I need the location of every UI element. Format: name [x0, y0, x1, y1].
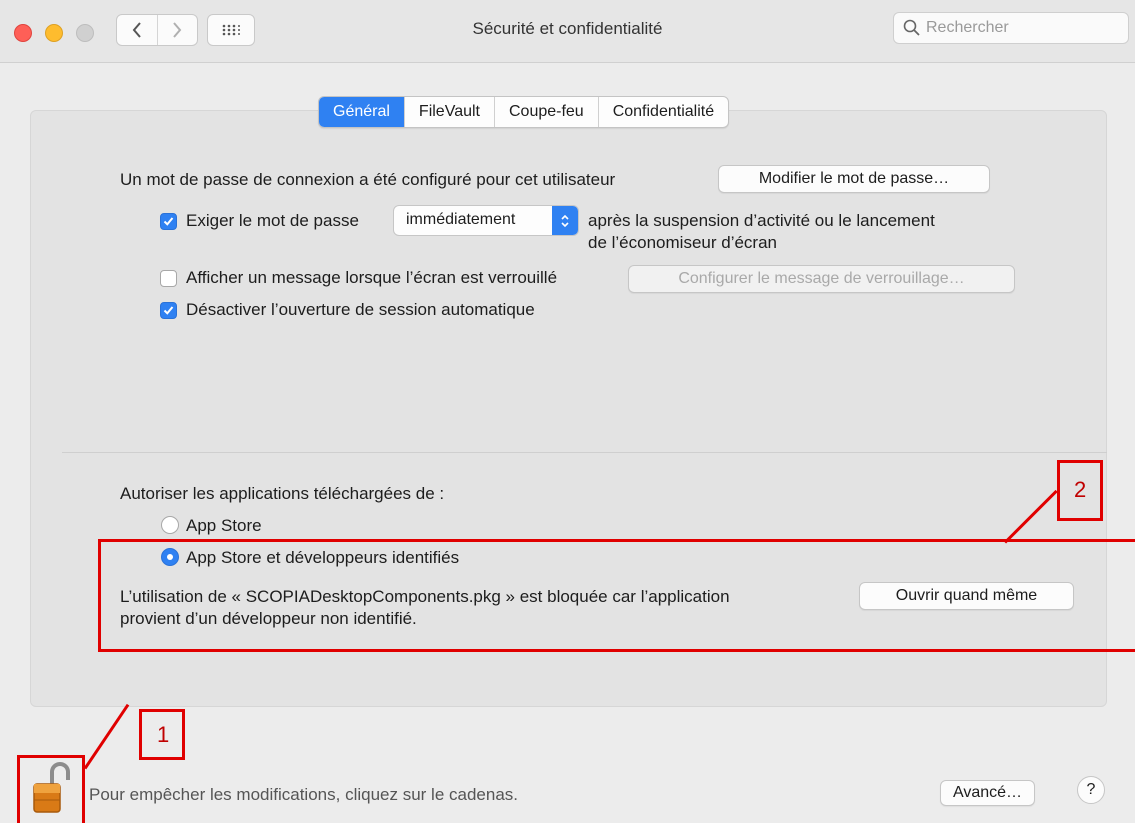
checkmark-icon — [163, 217, 174, 226]
tab-general[interactable]: Général — [319, 97, 404, 127]
configure-lock-message-button[interactable]: Configurer le message de verrouillage… — [628, 265, 1015, 293]
tab-firewall[interactable]: Coupe-feu — [493, 97, 598, 127]
annotation-pointer-1 — [83, 703, 130, 770]
help-button[interactable]: ? — [1077, 776, 1105, 804]
tab-bar: Général FileVault Coupe-feu Confidential… — [318, 96, 730, 128]
tab-filevault[interactable]: FileVault — [403, 97, 494, 127]
search-field[interactable]: Rechercher — [893, 12, 1129, 44]
show-message-checkbox[interactable] — [160, 270, 177, 287]
lock-hint-text: Pour empêcher les modifications, cliquez… — [89, 785, 518, 804]
title-bar: Sécurité et confidentialité Rechercher — [0, 0, 1135, 63]
change-password-button[interactable]: Modifier le mot de passe… — [718, 165, 990, 193]
search-placeholder: Rechercher — [926, 19, 1009, 36]
annotation-label-box-2: 2 — [1057, 460, 1103, 521]
require-password-label: Exiger le mot de passe — [186, 211, 359, 230]
require-password-delay-select[interactable]: immédiatement — [393, 205, 579, 236]
annotation-number-2: 2 — [1074, 477, 1087, 502]
disable-autologin-checkbox[interactable] — [160, 302, 177, 319]
annotation-highlight-2 — [98, 539, 1135, 652]
radio-app-store-label: App Store — [186, 516, 262, 535]
require-password-after-text-1: après la suspension d’activité ou le lan… — [588, 211, 935, 230]
radio-app-store[interactable] — [161, 516, 179, 534]
tab-privacy[interactable]: Confidentialité — [597, 97, 728, 127]
checkmark-icon — [163, 306, 174, 315]
show-message-label: Afficher un message lorsque l’écran est … — [186, 268, 558, 287]
annotation-number-1: 1 — [157, 722, 170, 747]
require-password-after-text-2: de l’économiseur d’écran — [588, 233, 777, 252]
require-password-checkbox[interactable] — [160, 213, 177, 230]
annotation-label-box-1: 1 — [139, 709, 185, 760]
allow-downloads-heading: Autoriser les applications téléchargées … — [120, 484, 445, 503]
search-icon — [903, 19, 920, 36]
annotation-highlight-1 — [17, 755, 85, 823]
section-divider — [62, 452, 1107, 453]
disable-autologin-label: Désactiver l’ouverture de session automa… — [186, 300, 535, 319]
select-arrows-icon — [552, 206, 578, 235]
password-configured-text: Un mot de passe de connexion a été confi… — [120, 170, 616, 189]
select-value: immédiatement — [406, 211, 516, 228]
advanced-button[interactable]: Avancé… — [940, 780, 1035, 806]
